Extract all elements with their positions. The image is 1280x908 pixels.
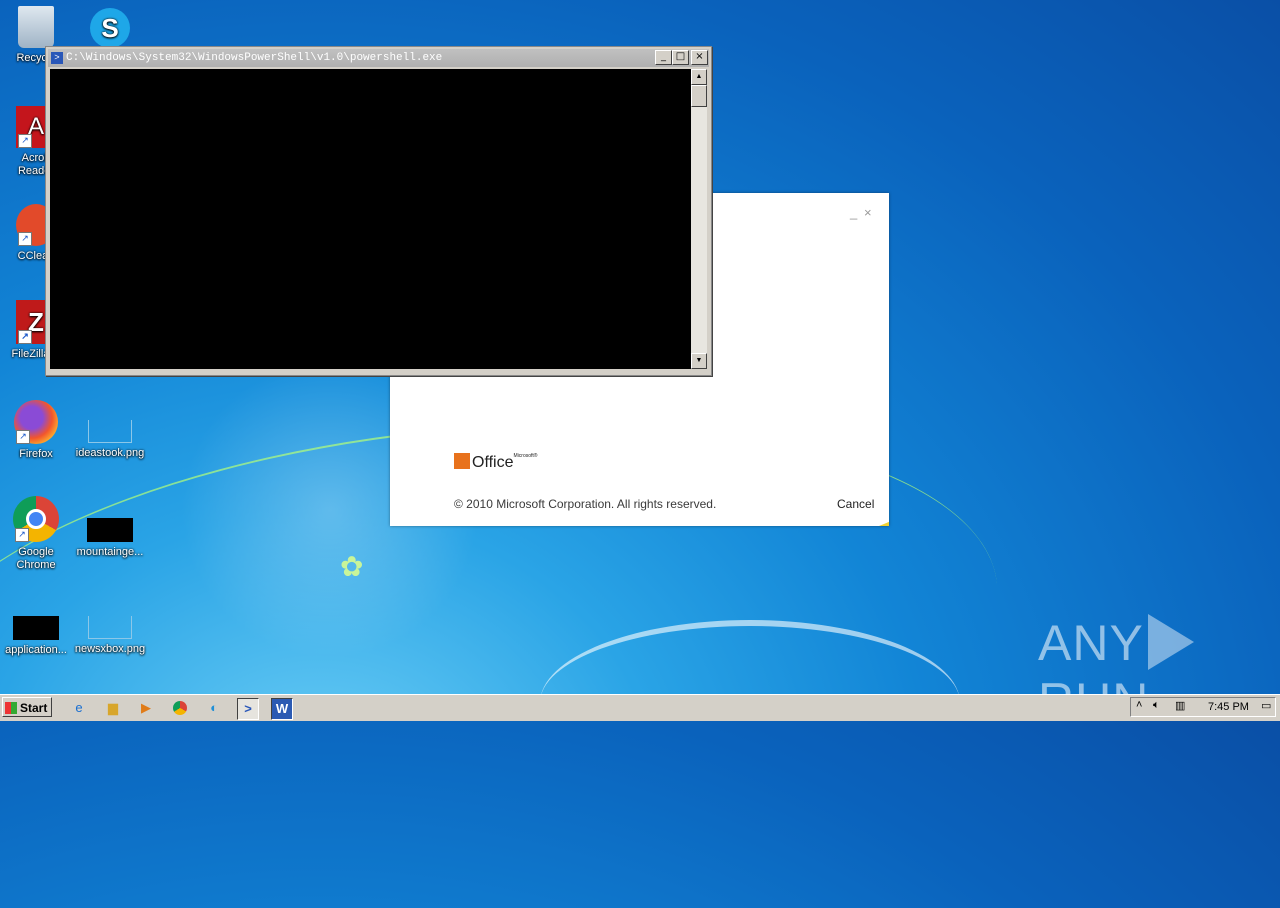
minimize-button[interactable]: _ <box>655 50 672 65</box>
folder-icon[interactable]: ▆ <box>103 698 123 718</box>
desktop-icon-label: application... <box>5 644 67 656</box>
file-icon <box>13 616 59 640</box>
clock[interactable]: 7:45 PM <box>1208 701 1249 713</box>
desktop-icon-label: ideastook.png <box>75 447 145 459</box>
show-hidden-icons-icon[interactable]: ˄ <box>1136 699 1142 711</box>
word-taskbar-icon[interactable]: W <box>271 698 293 720</box>
media-player-icon[interactable]: ▶ <box>136 698 156 718</box>
scroll-thumb[interactable] <box>691 85 707 107</box>
chrome-icon: ↗ <box>13 496 59 542</box>
play-icon <box>1147 614 1194 670</box>
network-icon[interactable]: ▥ <box>1175 699 1185 712</box>
powershell-taskbar-icon[interactable]: > <box>237 698 259 720</box>
png-file-icon <box>88 616 132 639</box>
desktop-icon-label: mountainge... <box>76 546 144 558</box>
png-file-icon <box>87 518 133 542</box>
internet-explorer-icon[interactable]: e <box>69 698 89 718</box>
system-tray: ˄ 🔈︎ ▥ 7:45 PM ▭ <box>1130 697 1276 717</box>
chrome-taskbar-icon[interactable] <box>170 698 190 718</box>
firefox-icon: ↗ <box>14 400 58 444</box>
start-label: Start <box>20 701 48 715</box>
close-button[interactable]: × <box>691 50 708 65</box>
powershell-console[interactable] <box>50 69 691 369</box>
volume-icon[interactable]: 🔈︎ <box>1153 699 1160 712</box>
desktop-icon-ideastook[interactable]: ideastook.png <box>74 420 146 460</box>
office-logo-brand: Microsoft® <box>513 453 538 459</box>
shortcut-arrow-icon: ↗ <box>16 430 30 444</box>
show-desktop-icon[interactable]: ▭ <box>1261 699 1271 712</box>
watermark-text-left: ANY <box>1038 615 1144 671</box>
powershell-window[interactable]: > C:\Windows\System32\WindowsPowerShell\… <box>45 46 712 376</box>
desktop-icon-newsxbox[interactable]: newsxbox.png <box>74 616 146 656</box>
shortcut-arrow-icon: ↗ <box>18 330 32 344</box>
vertical-scrollbar[interactable]: ▲ ▼ <box>691 69 707 369</box>
shortcut-arrow-icon: ↗ <box>15 528 29 542</box>
shortcut-arrow-icon: ↗ <box>18 232 32 246</box>
desktop-icon-application[interactable]: application... <box>0 616 72 657</box>
desktop-icon-firefox[interactable]: ↗ Firefox <box>0 400 72 461</box>
powershell-icon: > <box>51 52 63 64</box>
office-logo-text: Office <box>472 454 514 471</box>
shortcut-arrow-icon: ↗ <box>18 134 32 148</box>
office-cancel-button[interactable]: Cancel <box>837 497 874 511</box>
windows-flag-icon <box>5 702 17 714</box>
desktop-icon-chrome[interactable]: ↗ Google Chrome <box>0 496 72 572</box>
office-logo-icon <box>454 453 470 469</box>
office-logo: OfficeMicrosoft® <box>454 453 537 472</box>
desktop-icon-mountainge[interactable]: mountainge... <box>74 518 146 559</box>
maximize-button[interactable]: □ <box>672 50 689 65</box>
start-button[interactable]: Start <box>2 697 52 717</box>
skype-icon: S <box>90 8 130 48</box>
desktop-icon-label: newsxbox.png <box>74 643 146 655</box>
office-minimize-button[interactable]: _ <box>850 205 857 220</box>
taskbar: Start e ▆ ▶ ◐ > W ˄ 🔈︎ ▥ 7:45 PM ▭ <box>0 694 1280 721</box>
powershell-titlebar[interactable]: > C:\Windows\System32\WindowsPowerShell\… <box>48 49 709 67</box>
scroll-down-button[interactable]: ▼ <box>691 353 707 369</box>
office-copyright: © 2010 Microsoft Corporation. All rights… <box>454 497 717 511</box>
powershell-title: C:\Windows\System32\WindowsPowerShell\v1… <box>66 52 443 64</box>
desktop-icon-label: Google Chrome <box>16 546 56 571</box>
recycle-bin-icon <box>18 6 54 48</box>
scroll-up-button[interactable]: ▲ <box>691 69 707 85</box>
wallpaper-flower: ✿ <box>340 551 364 582</box>
png-file-icon <box>88 420 132 443</box>
edge-icon[interactable]: ◐ <box>204 698 224 718</box>
office-close-button[interactable]: × <box>864 205 872 220</box>
desktop-icon-label: Firefox <box>19 448 53 460</box>
